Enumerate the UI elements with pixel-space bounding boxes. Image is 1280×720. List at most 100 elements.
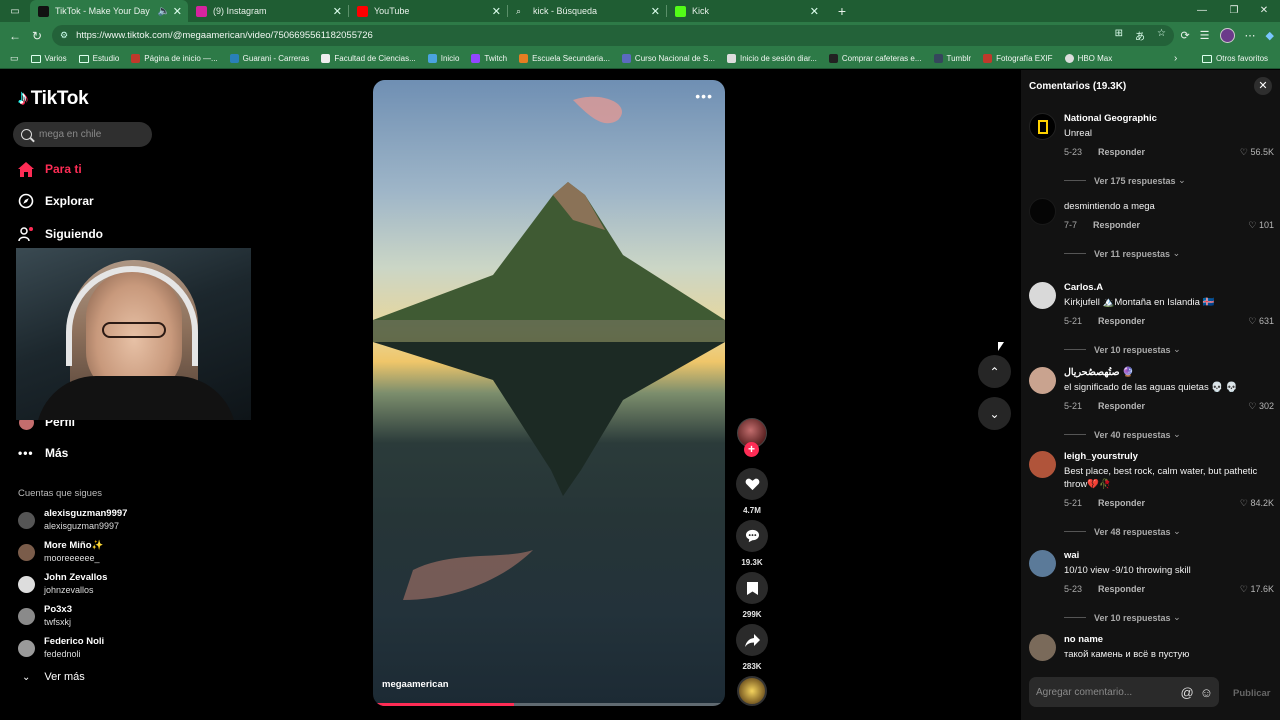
- reply-button[interactable]: Responder: [1093, 220, 1140, 230]
- nav-explore[interactable]: Explorar: [18, 193, 94, 209]
- avatar[interactable]: [1029, 367, 1056, 394]
- comment-like-button[interactable]: ♡ 84.2K: [1240, 498, 1274, 509]
- reply-button[interactable]: Responder: [1098, 316, 1145, 326]
- tab-tiktok[interactable]: TikTok - Make Your Day 🔈 ✕: [30, 0, 188, 22]
- extensions-icon[interactable]: ⟳: [1180, 29, 1189, 42]
- add-comment-input[interactable]: Agregar comentario... @ ☺: [1029, 677, 1219, 707]
- comment-like-button[interactable]: ♡ 56.5K: [1240, 147, 1274, 158]
- natgeo-avatar[interactable]: [1029, 113, 1056, 140]
- back-button[interactable]: ←: [4, 29, 26, 43]
- bookmark-item[interactable]: Tumblr: [933, 54, 971, 63]
- view-replies-button[interactable]: Ver 10 respuestas ⌄: [1064, 344, 1274, 355]
- comment-like-button[interactable]: ♡ 17.6K: [1240, 584, 1274, 595]
- tab-kick-search[interactable]: ⌕ kick - Búsqueda ✕: [508, 0, 666, 22]
- bookmark-folder[interactable]: Estudio: [78, 54, 119, 63]
- bookmark-item[interactable]: Fotografía EXIF: [983, 54, 1053, 63]
- followed-account[interactable]: John Zevallos johnzevallos: [18, 572, 107, 596]
- bookmark-item[interactable]: Escuela Secundaria...: [519, 54, 610, 63]
- more-options-icon[interactable]: •••: [695, 88, 713, 104]
- comment-username[interactable]: Carlos.A: [1064, 282, 1274, 294]
- emoji-icon[interactable]: ☺: [1200, 685, 1213, 700]
- bookmark-item[interactable]: Inicio de sesión diar...: [726, 54, 817, 63]
- comment-button[interactable]: 19.3K: [736, 520, 768, 567]
- bookmark-star-icon[interactable]: ☆: [1157, 28, 1166, 43]
- nav-more[interactable]: ••• Más: [18, 446, 68, 460]
- share-button[interactable]: 283K: [736, 624, 768, 671]
- comment-username[interactable]: wai: [1064, 550, 1274, 562]
- comment-like-button[interactable]: ♡ 101: [1248, 220, 1274, 231]
- profile-avatar[interactable]: [1219, 28, 1235, 43]
- comment-username[interactable]: no name: [1064, 634, 1274, 646]
- close-tab-icon[interactable]: ✕: [810, 5, 819, 18]
- maximize-button[interactable]: ❐: [1218, 0, 1250, 22]
- translate-icon[interactable]: あ: [1135, 28, 1145, 43]
- comment-username[interactable]: National Geographic: [1064, 113, 1274, 125]
- close-tab-icon[interactable]: ✕: [651, 5, 660, 18]
- close-tab-icon[interactable]: ✕: [492, 5, 501, 18]
- tab-kick[interactable]: Kick ✕: [667, 0, 825, 22]
- tab-instagram[interactable]: (9) Instagram ✕: [188, 0, 348, 22]
- bookmark-folder[interactable]: Varios: [30, 54, 67, 63]
- tiktok-logo[interactable]: ♪ TikTok: [18, 87, 89, 110]
- nav-for-you[interactable]: Para ti: [18, 161, 82, 177]
- reply-button[interactable]: Responder: [1098, 401, 1145, 411]
- avatar[interactable]: [1029, 451, 1056, 478]
- avatar[interactable]: [1029, 634, 1056, 661]
- view-replies-button[interactable]: Ver 11 respuestas ⌄: [1064, 248, 1274, 259]
- close-tab-icon[interactable]: ✕: [333, 5, 342, 18]
- bookmark-item[interactable]: Inicio: [427, 54, 459, 63]
- bookmark-item[interactable]: Comprar cafeteras e...: [828, 54, 922, 63]
- previous-video-button[interactable]: ⌃: [978, 355, 1011, 388]
- followed-account[interactable]: Po3x3 twfsxkj: [18, 604, 72, 628]
- search-input[interactable]: mega en chile: [13, 122, 152, 147]
- nav-following[interactable]: Siguiendo: [18, 226, 103, 242]
- new-tab-button[interactable]: +: [831, 3, 853, 19]
- video-player[interactable]: ••• megaamerican: [373, 80, 725, 706]
- followed-account[interactable]: More Miño✨ mooreeeeee_: [18, 540, 103, 564]
- close-tab-icon[interactable]: ✕: [173, 5, 182, 18]
- like-button[interactable]: 4.7M: [736, 468, 768, 515]
- bookmark-item[interactable]: Curso Nacional de S...: [621, 54, 715, 63]
- bookmark-item[interactable]: Twitch: [471, 54, 507, 63]
- menu-icon[interactable]: ⋯: [1245, 29, 1256, 42]
- comment-like-button[interactable]: ♡ 631: [1248, 316, 1274, 327]
- view-replies-button[interactable]: Ver 40 respuestas ⌄: [1064, 429, 1274, 440]
- avatar[interactable]: [1029, 198, 1056, 225]
- bookmark-item[interactable]: Guarani - Carreras: [229, 54, 309, 63]
- comment-username[interactable]: صتُهصصُحريال 🔮: [1064, 367, 1274, 379]
- music-disc-icon[interactable]: [737, 676, 767, 706]
- app-install-icon[interactable]: ⊞: [1115, 28, 1123, 43]
- minimize-button[interactable]: —: [1186, 0, 1218, 22]
- avatar[interactable]: [1029, 282, 1056, 309]
- other-bookmarks[interactable]: Otros favoritos: [1202, 54, 1268, 63]
- video-author[interactable]: megaamerican: [382, 679, 449, 690]
- comment-like-button[interactable]: ♡ 302: [1248, 401, 1274, 412]
- chevron-right-icon[interactable]: ›: [1174, 53, 1177, 64]
- follow-plus-button[interactable]: +: [744, 442, 759, 457]
- see-more-button[interactable]: ⌄ Ver más: [22, 671, 85, 683]
- reply-button[interactable]: Responder: [1098, 498, 1145, 508]
- copilot-icon[interactable]: ◆: [1266, 29, 1274, 42]
- bookmark-item[interactable]: Página de inicio —...: [131, 54, 218, 63]
- reply-button[interactable]: Responder: [1098, 584, 1145, 594]
- reload-button[interactable]: ↻: [26, 29, 48, 43]
- view-replies-button[interactable]: Ver 10 respuestas ⌄: [1064, 612, 1274, 623]
- save-button[interactable]: 299K: [736, 572, 768, 619]
- followed-account[interactable]: alexisguzman9997 alexisguzman9997: [18, 508, 127, 532]
- view-replies-button[interactable]: Ver 175 respuestas ⌄: [1064, 175, 1274, 186]
- next-video-button[interactable]: ⌄: [978, 397, 1011, 430]
- view-replies-button[interactable]: Ver 48 respuestas ⌄: [1064, 526, 1274, 537]
- address-bar[interactable]: ⚙ https://www.tiktok.com/@megaamerican/v…: [52, 25, 1174, 46]
- reply-button[interactable]: Responder: [1098, 147, 1145, 157]
- publish-button[interactable]: Publicar: [1233, 688, 1271, 699]
- tab-actions-icon[interactable]: ▭: [0, 6, 30, 17]
- comment-username[interactable]: leigh_yourstruly: [1064, 451, 1274, 463]
- bookmark-item[interactable]: Facultad de Ciencias...: [321, 54, 416, 63]
- favorites-icon[interactable]: ☰: [1200, 29, 1210, 42]
- close-comments-button[interactable]: ✕: [1254, 77, 1272, 95]
- avatar[interactable]: [1029, 550, 1056, 577]
- close-window-button[interactable]: ✕: [1248, 0, 1280, 22]
- bookmark-item[interactable]: HBO Max: [1064, 54, 1112, 63]
- speaker-icon[interactable]: 🔈: [158, 6, 170, 17]
- mention-icon[interactable]: @: [1181, 685, 1194, 700]
